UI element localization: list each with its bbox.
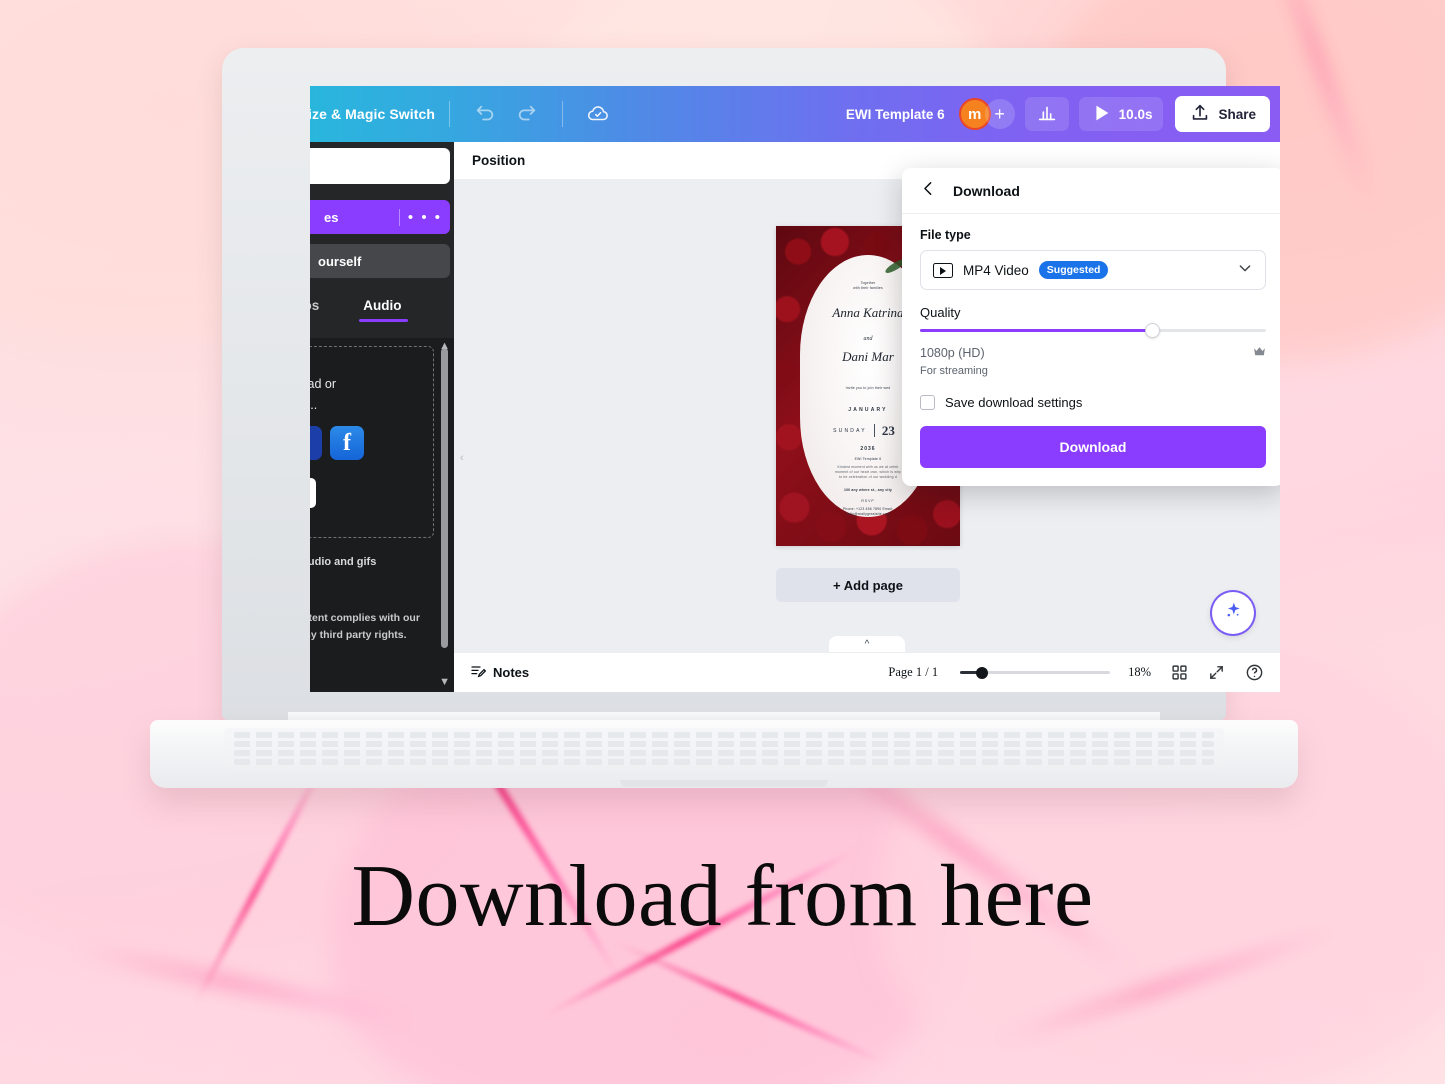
chevron-left-icon[interactable] (920, 180, 937, 202)
save-settings-checkbox[interactable] (920, 395, 935, 410)
panel-more-options-icon[interactable]: • • • (398, 208, 442, 226)
sparkle-icon (1223, 601, 1243, 626)
grid-view-icon[interactable] (1171, 664, 1188, 681)
invite-weekday: SUNDAY (833, 427, 867, 434)
magic-switch-button[interactable]: ize & Magic Switch (310, 106, 435, 122)
duration-label: 10.0s (1118, 106, 1153, 122)
tab-videos[interactable]: eos (310, 298, 319, 313)
panel-primary-button-label: es (324, 209, 339, 225)
page-indicator: Page 1 / 1 (888, 665, 939, 679)
quality-slider-track[interactable] (920, 322, 1266, 338)
panel-scrollbar[interactable] (441, 348, 448, 648)
insights-button[interactable] (1024, 97, 1069, 131)
help-circle-icon[interactable] (1245, 663, 1264, 682)
invite-rsvp-contact: Phone: +123 456 7890 Email: hello@really… (842, 506, 894, 516)
upload-caption-2: our content complies with our ringe any … (310, 612, 420, 641)
position-button[interactable]: Position (472, 153, 525, 168)
editor-bottom-bar: Notes Page 1 / 1 18% (454, 652, 1280, 692)
left-side-panel: es • • • ourself eos Audio to upload or (310, 142, 454, 692)
panel-search-input[interactable] (310, 148, 450, 184)
quality-slider-fill (920, 329, 1152, 332)
download-panel: Download File type MP4 Video Suggested Q… (902, 168, 1280, 486)
toolbar-divider (449, 101, 451, 127)
editor-top-bar: ize & Magic Switch EWI Template 6 m + 10… (310, 86, 1280, 142)
scroll-down-icon[interactable]: ▼ (439, 676, 450, 688)
scroll-up-icon[interactable]: ▲ (439, 340, 450, 352)
share-label: Share (1218, 106, 1256, 122)
quality-value: 1080p (HD) (920, 346, 985, 360)
panel-upload-area: to upload or ccount... f deos, audio and… (310, 338, 454, 692)
document-title[interactable]: EWI Template 6 (846, 107, 945, 122)
suggested-badge: Suggested (1038, 261, 1109, 279)
crown-icon (1253, 344, 1266, 362)
tab-audio[interactable]: Audio (359, 298, 408, 322)
add-collaborator-button[interactable]: + (984, 99, 1015, 129)
laptop-lid: ize & Magic Switch EWI Template 6 m + 10… (222, 48, 1280, 720)
cloud-check-icon[interactable] (587, 103, 609, 125)
page-caption: Download from here (351, 848, 1094, 945)
magic-studio-button[interactable] (1212, 592, 1254, 634)
invite-day: 23 (881, 422, 895, 438)
download-button[interactable]: Download (920, 426, 1266, 468)
file-type-value: MP4 Video (963, 262, 1029, 278)
share-upload-icon (1189, 102, 1211, 127)
chevron-down-icon[interactable] (1237, 260, 1253, 281)
quality-label: Quality (920, 305, 961, 320)
toolbar-divider (562, 101, 564, 127)
upload-instruction-text: to upload or ccount... (310, 374, 450, 415)
laptop-base (150, 720, 1298, 788)
share-button[interactable]: Share (1175, 96, 1270, 132)
preview-duration-button[interactable]: 10.0s (1078, 97, 1164, 131)
invite-venue: 100 any where st., any city (843, 488, 892, 493)
upload-line-2: ccount... (310, 397, 318, 412)
zoom-percent-label[interactable]: 18% (1128, 665, 1151, 680)
expand-icon[interactable] (1208, 664, 1225, 681)
panel-secondary-button-label: ourself (318, 253, 362, 269)
canvas-scroll-left-icon[interactable]: ‹ (460, 452, 464, 464)
add-page-button[interactable]: + Add page (776, 568, 960, 602)
google-drive-icon[interactable] (310, 426, 322, 460)
facebook-icon[interactable]: f (330, 426, 364, 460)
redo-icon[interactable] (516, 103, 538, 125)
panel-secondary-button[interactable]: ourself (310, 244, 450, 278)
upload-white-button[interactable] (310, 478, 316, 508)
save-settings-row[interactable]: Save download settings (920, 395, 1266, 410)
quality-subtext: For streaming (920, 365, 988, 377)
file-type-select[interactable]: MP4 Video Suggested (920, 250, 1266, 290)
timeline-expand-handle[interactable]: ^ (829, 636, 905, 652)
laptop-keyboard (224, 728, 1224, 770)
laptop-screen: ize & Magic Switch EWI Template 6 m + 10… (310, 86, 1280, 692)
quality-slider-knob[interactable] (1144, 322, 1160, 338)
canva-editor: ize & Magic Switch EWI Template 6 m + 10… (310, 86, 1280, 692)
file-type-label: File type (920, 228, 971, 242)
invite-rsvp-label: RSVP (861, 498, 875, 503)
video-file-icon (933, 262, 953, 278)
panel-tabs: eos Audio (310, 288, 454, 322)
upload-line-1: to upload or (310, 377, 337, 391)
download-panel-title: Download (953, 182, 1020, 199)
upload-caption-1: deos, audio and gifs (310, 556, 377, 568)
download-panel-body: File type MP4 Video Suggested Quality 10… (902, 214, 1280, 486)
zoom-slider-knob[interactable] (976, 666, 989, 679)
notes-label: Notes (493, 665, 530, 680)
invite-date-rule (873, 424, 875, 438)
notes-button[interactable]: Notes (470, 663, 529, 682)
play-icon (1090, 102, 1112, 127)
quality-value-row: 1080p (HD) (920, 344, 1266, 362)
zoom-slider-track[interactable] (960, 666, 1111, 679)
download-panel-header: Download (902, 168, 1280, 214)
panel-primary-button[interactable]: es • • • (310, 200, 450, 234)
notes-icon (470, 663, 487, 682)
undo-icon[interactable] (474, 103, 496, 125)
save-settings-label: Save download settings (945, 395, 1083, 410)
zoom-slider[interactable] (960, 666, 1111, 679)
bar-chart-icon (1036, 102, 1058, 127)
